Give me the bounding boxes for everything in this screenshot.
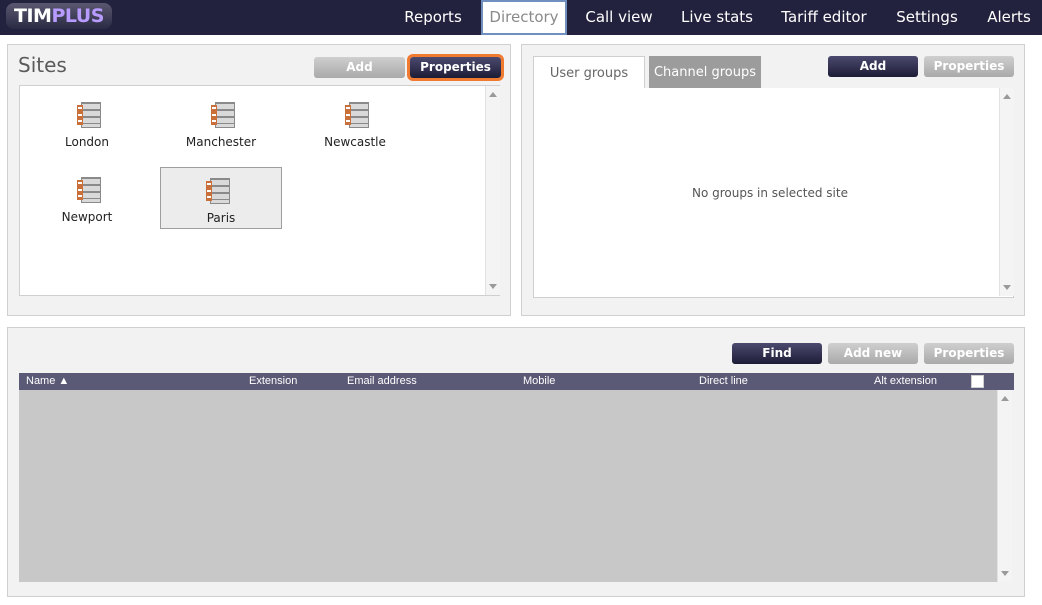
- column-email-address[interactable]: Email address: [347, 375, 417, 387]
- directory-properties-button[interactable]: Properties: [924, 343, 1014, 364]
- sites-scrollbar[interactable]: [485, 86, 500, 295]
- server-icon: [211, 102, 235, 128]
- add-site-button[interactable]: Add: [314, 57, 405, 78]
- column-mobile[interactable]: Mobile: [523, 375, 555, 387]
- nav-directory[interactable]: Directory: [481, 0, 567, 35]
- select-all-checkbox[interactable]: [971, 375, 984, 388]
- server-icon: [206, 178, 230, 204]
- groups-list: No groups in selected site: [533, 88, 1014, 298]
- sites-title: Sites: [18, 53, 67, 77]
- group-properties-button[interactable]: Properties: [924, 56, 1014, 77]
- site-newport[interactable]: Newport: [26, 161, 148, 224]
- site-label: Manchester: [185, 135, 257, 149]
- scroll-up-icon[interactable]: [1003, 94, 1011, 99]
- timplus-logo[interactable]: TIM PLUS: [6, 3, 112, 29]
- site-newcastle[interactable]: Newcastle: [294, 86, 416, 149]
- nav-alerts[interactable]: Alerts: [984, 0, 1034, 35]
- sites-list: London Manchester Newcastle Newport Pari…: [19, 85, 500, 296]
- column-alt-extension[interactable]: Alt extension: [874, 375, 937, 387]
- site-label: London: [65, 135, 109, 149]
- server-icon: [345, 102, 369, 128]
- scroll-down-icon[interactable]: [1003, 285, 1011, 290]
- server-icon: [77, 177, 101, 203]
- find-button[interactable]: Find: [732, 343, 822, 364]
- sites-panel: Sites Add Properties London Manchester N…: [7, 44, 511, 316]
- groups-scrollbar[interactable]: [999, 88, 1014, 296]
- nav-reports[interactable]: Reports: [398, 0, 468, 35]
- logo-plus-text: PLUS: [51, 5, 104, 27]
- add-new-button[interactable]: Add new: [828, 343, 918, 364]
- column-extension[interactable]: Extension: [249, 375, 297, 387]
- scroll-down-icon[interactable]: [489, 284, 497, 289]
- groups-panel: User groups Channel groups Add Propertie…: [521, 44, 1025, 316]
- nav-live-stats[interactable]: Live stats: [676, 0, 758, 35]
- site-label: Newport: [61, 210, 113, 224]
- site-manchester[interactable]: Manchester: [160, 86, 282, 149]
- site-london[interactable]: London: [26, 86, 148, 149]
- site-label: Newcastle: [324, 135, 386, 149]
- top-nav-bar: TIM PLUS Reports Directory Call view Live…: [0, 0, 1042, 35]
- add-group-button[interactable]: Add: [828, 56, 918, 77]
- scroll-down-icon[interactable]: [1001, 571, 1009, 576]
- server-icon: [77, 102, 101, 128]
- tab-channel-groups[interactable]: Channel groups: [649, 56, 761, 89]
- directory-table-body: [19, 390, 997, 582]
- site-label: Paris: [206, 211, 236, 225]
- directory-scrollbar[interactable]: [997, 390, 1012, 582]
- scroll-up-icon[interactable]: [1001, 396, 1009, 401]
- column-direct-line[interactable]: Direct line: [699, 375, 748, 387]
- nav-settings[interactable]: Settings: [893, 0, 961, 35]
- column-name[interactable]: Name ▲: [26, 375, 69, 387]
- logo-tim-text: TIM: [14, 5, 52, 27]
- site-properties-button[interactable]: Properties: [407, 54, 504, 81]
- nav-tariff-editor[interactable]: Tariff editor: [779, 0, 869, 35]
- empty-groups-message: No groups in selected site: [692, 186, 848, 200]
- directory-table-header: Name ▲ Extension Email address Mobile Di…: [19, 373, 1014, 390]
- site-paris[interactable]: Paris: [160, 167, 282, 229]
- scroll-up-icon[interactable]: [489, 92, 497, 97]
- nav-call-view[interactable]: Call view: [584, 0, 654, 35]
- tab-user-groups[interactable]: User groups: [533, 56, 645, 89]
